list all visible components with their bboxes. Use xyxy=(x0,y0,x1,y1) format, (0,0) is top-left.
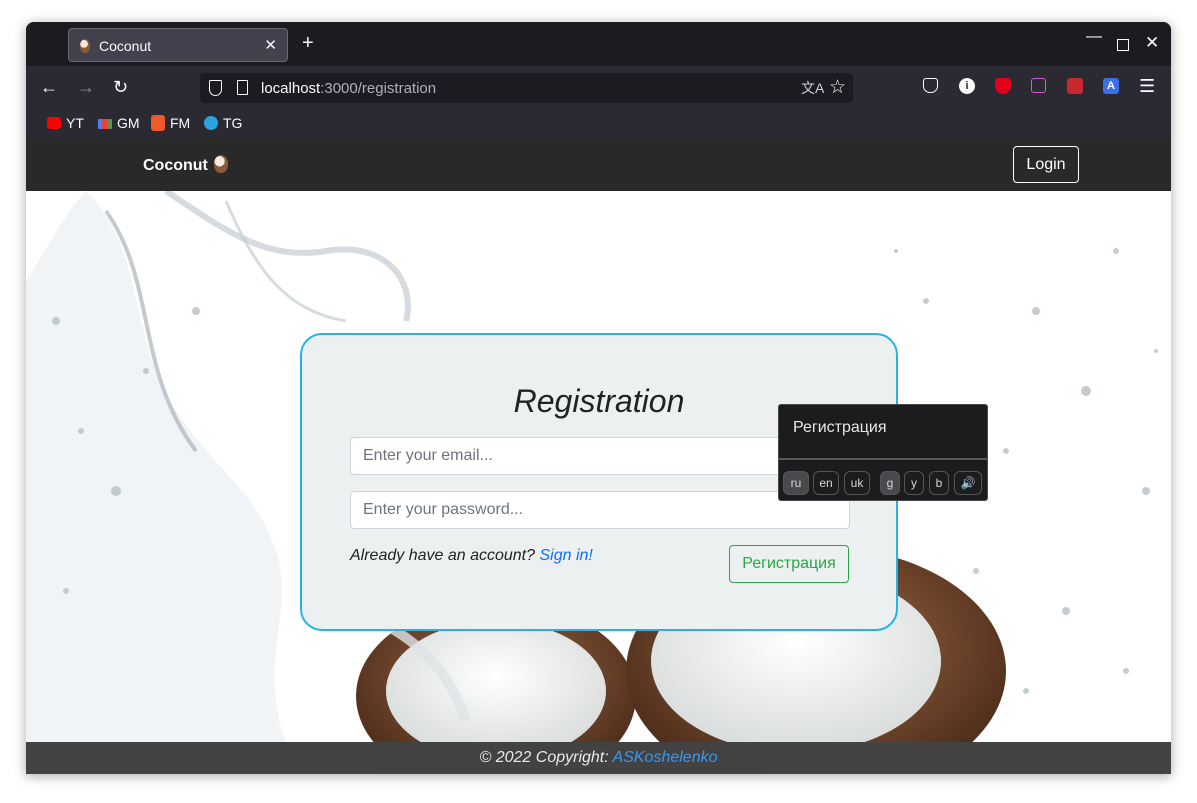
signin-prompt: Already have an account? Sign in! xyxy=(350,547,593,564)
email-input[interactable] xyxy=(350,437,850,475)
translation-text: Регистрация xyxy=(793,419,887,436)
page-info-icon[interactable] xyxy=(237,80,248,95)
site-footer: © 2022 Copyright: ASKoshelenko xyxy=(26,742,1171,774)
register-button[interactable]: Регистрация xyxy=(729,545,849,583)
site-header: Coconut Login xyxy=(26,137,1171,191)
tab-strip: Coconut ✕ + — ✕ xyxy=(26,22,1171,66)
forward-arrow-icon[interactable]: → xyxy=(77,78,95,96)
lang-en-button[interactable]: en xyxy=(813,471,839,495)
popup-divider xyxy=(779,458,987,460)
speaker-icon[interactable]: 🔊 xyxy=(954,471,982,495)
bookmark-fm[interactable]: FM xyxy=(151,115,190,131)
extension-icon[interactable] xyxy=(1031,78,1046,93)
back-arrow-icon[interactable]: ← xyxy=(40,78,58,96)
lang-uk-button[interactable]: uk xyxy=(844,471,870,495)
new-tab-icon[interactable]: + xyxy=(302,33,314,53)
hamburger-menu-icon[interactable]: ☰ xyxy=(1139,77,1155,95)
engine-y-button[interactable]: y xyxy=(904,471,924,495)
fm-icon xyxy=(151,115,165,131)
password-input[interactable] xyxy=(350,491,850,529)
login-button[interactable]: Login xyxy=(1013,146,1079,183)
translate-icon[interactable]: 文A xyxy=(801,78,824,98)
navigation-toolbar: ← → ↻ localhost:3000/registration 文A ☆ i… xyxy=(26,66,1171,110)
lang-ru-button[interactable]: ru xyxy=(783,471,809,495)
brand-link[interactable]: Coconut xyxy=(143,155,228,175)
pocket-icon[interactable] xyxy=(923,78,938,93)
bookmark-yt[interactable]: YT xyxy=(47,115,84,131)
translator-extension-icon[interactable]: A xyxy=(1103,78,1119,94)
author-link[interactable]: ASKoshelenko xyxy=(613,749,718,766)
maximize-icon[interactable] xyxy=(1117,39,1129,51)
close-tab-icon[interactable]: ✕ xyxy=(264,36,277,54)
signin-link[interactable]: Sign in! xyxy=(539,547,592,564)
coconut-logo-icon xyxy=(213,155,228,173)
extension-red-icon[interactable] xyxy=(1067,78,1083,94)
translation-popup: Регистрация ru en uk g y b 🔊 xyxy=(778,404,988,501)
tab-title: Coconut xyxy=(99,38,152,54)
engine-g-button[interactable]: g xyxy=(880,471,900,495)
minimize-icon[interactable]: — xyxy=(1086,28,1102,46)
coconut-favicon-icon xyxy=(80,39,90,53)
bookmark-gm[interactable]: GM xyxy=(98,115,140,131)
tracking-shield-icon[interactable] xyxy=(209,80,222,96)
footer-copyright: © 2022 Copyright: ASKoshelenko xyxy=(479,749,718,766)
url-text[interactable]: localhost:3000/registration xyxy=(261,80,436,97)
bookmarks-bar: YT GM FM TG xyxy=(26,110,1171,137)
reload-icon[interactable]: ↻ xyxy=(113,78,128,96)
tab-coconut[interactable]: Coconut ✕ xyxy=(68,28,288,62)
youtube-icon xyxy=(47,117,61,129)
bookmark-tg[interactable]: TG xyxy=(204,115,242,131)
close-window-icon[interactable]: ✕ xyxy=(1145,33,1159,53)
url-bar[interactable]: localhost:3000/registration 文A ☆ xyxy=(200,73,853,103)
bookmark-star-icon[interactable]: ☆ xyxy=(829,76,846,99)
page-viewport: Coconut Login Registration Enter your em… xyxy=(26,137,1171,774)
info-extension-icon[interactable]: i xyxy=(959,78,975,94)
browser-window: Coconut ✕ + — ✕ ← → ↻ localhost:3000/reg… xyxy=(26,22,1171,774)
telegram-icon xyxy=(204,116,218,130)
gmail-icon xyxy=(98,119,112,129)
engine-b-button[interactable]: b xyxy=(929,471,949,495)
ublock-icon[interactable] xyxy=(995,78,1011,94)
